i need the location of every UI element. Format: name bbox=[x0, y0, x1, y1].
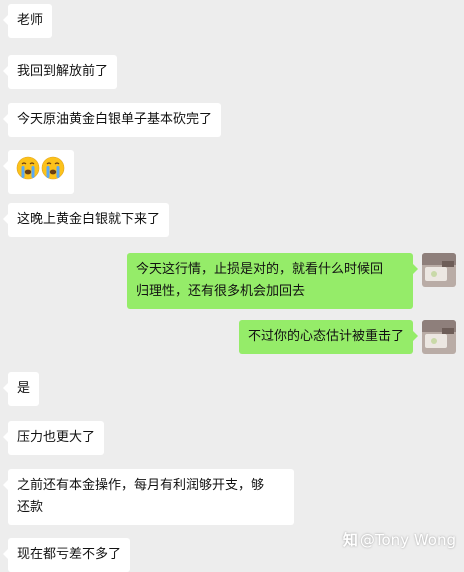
message-row: 今天这行情，止损是对的，就看什么时候回 归理性，还有很多机会加回去 bbox=[127, 253, 456, 309]
outgoing-message[interactable]: 不过你的心态估计被重击了 bbox=[238, 320, 419, 354]
outgoing-message[interactable]: 今天这行情，止损是对的，就看什么时候回 归理性，还有很多机会加回去 bbox=[127, 253, 418, 309]
message-row: 我回到解放前了 bbox=[2, 55, 118, 89]
message-row: 今天原油黄金白银单子基本砍完了 bbox=[2, 103, 222, 137]
zhihu-logo: 知 bbox=[342, 531, 358, 549]
message-row bbox=[3, 150, 74, 194]
message-row: 压力也更大了 bbox=[2, 421, 105, 455]
message-row: 不过你的心态估计被重击了 bbox=[238, 320, 456, 354]
message-line: 归理性，还有很多机会加回去 bbox=[136, 284, 306, 299]
message-line: 之前还有本金操作，每月有利润够开支，够 bbox=[17, 478, 265, 493]
avatar[interactable] bbox=[422, 320, 456, 354]
message-line: 今天这行情，止损是对的，就看什么时候回 bbox=[136, 262, 384, 277]
crying-face-emoji bbox=[16, 156, 65, 180]
incoming-message[interactable]: 是 bbox=[2, 372, 40, 406]
avatar-image bbox=[422, 320, 456, 354]
message-row: 之前还有本金操作，每月有利润够开支，够 还款 bbox=[3, 469, 294, 525]
watermark: 知 @Tony Wong bbox=[343, 529, 456, 550]
message-row: 老师 bbox=[2, 4, 53, 38]
incoming-message[interactable]: 之前还有本金操作，每月有利润够开支，够 还款 bbox=[3, 469, 294, 525]
avatar-image bbox=[422, 253, 456, 287]
message-row: 现在都亏差不多了 bbox=[2, 538, 131, 572]
watermark-text: @Tony Wong bbox=[359, 530, 456, 549]
incoming-message[interactable]: 今天原油黄金白银单子基本砍完了 bbox=[2, 103, 222, 137]
message-line: 还款 bbox=[17, 500, 44, 515]
message-row: 是 bbox=[2, 372, 40, 406]
incoming-message[interactable]: 现在都亏差不多了 bbox=[2, 538, 131, 572]
avatar[interactable] bbox=[422, 253, 456, 287]
incoming-message[interactable]: 压力也更大了 bbox=[2, 421, 105, 455]
incoming-message[interactable]: 这晚上黄金白银就下来了 bbox=[2, 203, 170, 237]
message-row: 这晚上黄金白银就下来了 bbox=[2, 203, 170, 237]
incoming-message[interactable]: 我回到解放前了 bbox=[2, 55, 118, 89]
incoming-message[interactable]: 老师 bbox=[2, 4, 53, 38]
incoming-emoji-message[interactable] bbox=[3, 150, 74, 194]
chat-window: 老师 我回到解放前了 今天原油黄金白银单子基本砍完了 这晚上黄金白银就下来了 今… bbox=[0, 0, 464, 572]
